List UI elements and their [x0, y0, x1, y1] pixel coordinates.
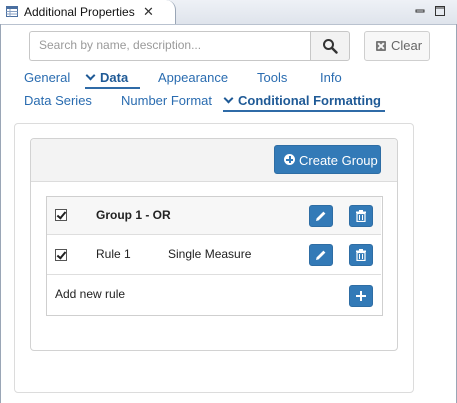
- delete-group-button[interactable]: [349, 205, 373, 227]
- trash-icon: [356, 210, 366, 222]
- row-divider: [47, 274, 381, 275]
- rule-type: Single Measure: [168, 247, 252, 261]
- tab-tools[interactable]: Tools: [257, 70, 287, 85]
- view-title: Additional Properties: [24, 5, 135, 19]
- search-button[interactable]: [310, 31, 350, 61]
- add-rule-label[interactable]: Add new rule: [55, 287, 125, 301]
- create-group-label: Create Group: [299, 153, 378, 168]
- pencil-icon: [316, 250, 326, 260]
- tab-appearance[interactable]: Appearance: [158, 70, 228, 85]
- add-rule-button[interactable]: [349, 285, 373, 307]
- delete-rule-button[interactable]: [349, 244, 373, 266]
- group-name: Group 1 - OR: [96, 208, 171, 222]
- tab-info[interactable]: Info: [320, 70, 342, 85]
- frame-border-left: [0, 24, 1, 403]
- search-field[interactable]: [29, 31, 311, 61]
- tab-data[interactable]: Data: [100, 70, 128, 85]
- view-tab-bar: Additional Properties ✕: [0, 0, 457, 25]
- rule-checkbox[interactable]: [55, 249, 67, 261]
- maximize-icon[interactable]: [433, 4, 447, 18]
- rule-name: Rule 1: [96, 247, 131, 261]
- close-icon[interactable]: ✕: [143, 4, 154, 20]
- close-square-icon: [376, 41, 386, 51]
- clear-label: Clear: [391, 38, 423, 53]
- tab-data-underline: [85, 87, 140, 89]
- search-icon: [323, 39, 338, 54]
- tab-general[interactable]: General: [24, 70, 70, 85]
- tab-data-series[interactable]: Data Series: [24, 93, 92, 108]
- tab-conditional-formatting-underline: [223, 110, 385, 112]
- trash-icon: [356, 249, 366, 261]
- minimize-icon[interactable]: [413, 4, 427, 18]
- clear-button[interactable]: Clear: [364, 31, 430, 61]
- properties-tab[interactable]: Additional Properties ✕: [0, 0, 176, 24]
- chevron-down-icon: [85, 70, 96, 81]
- tab-conditional-formatting[interactable]: Conditional Formatting: [238, 93, 381, 108]
- edit-group-button[interactable]: [309, 205, 333, 227]
- create-group-button[interactable]: Create Group: [274, 145, 381, 174]
- pencil-icon: [316, 211, 326, 221]
- properties-table-icon: [6, 6, 18, 17]
- search-input[interactable]: [39, 32, 304, 58]
- chevron-down-icon: [223, 93, 234, 104]
- row-divider: [47, 234, 381, 235]
- plus-circle-icon: [284, 154, 295, 165]
- edit-rule-button[interactable]: [309, 244, 333, 266]
- group-checkbox[interactable]: [55, 209, 67, 221]
- tab-number-format[interactable]: Number Format: [121, 93, 212, 108]
